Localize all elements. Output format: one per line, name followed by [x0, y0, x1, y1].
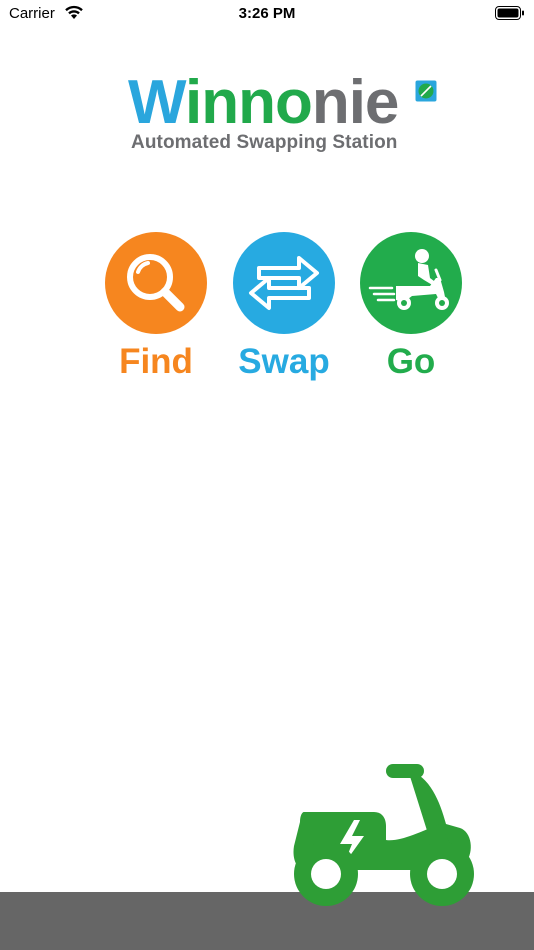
go-label[interactable]: Go [356, 342, 466, 382]
status-bar: Carrier 3:26 PM [0, 0, 534, 28]
app-screen: Carrier 3:26 PM Winnonie Automated Swapp… [0, 0, 534, 950]
brand-part-nie: nie [311, 68, 400, 137]
magnifier-icon [127, 254, 185, 312]
find-label[interactable]: Find [101, 342, 211, 382]
swap-arrows-icon [249, 256, 319, 310]
electric-scooter-icon [290, 762, 480, 917]
app-logo: Winnonie Automated Swapping Station [0, 72, 534, 162]
brand-tagline: Automated Swapping Station [131, 132, 398, 153]
find-circle[interactable] [105, 232, 207, 334]
status-time: 3:26 PM [238, 5, 296, 22]
brand-part-inno: inno [184, 68, 313, 137]
find-button[interactable]: Find [101, 232, 211, 382]
swap-label[interactable]: Swap [229, 342, 339, 382]
swap-button[interactable]: Swap [229, 232, 339, 382]
go-button[interactable]: Go [356, 232, 466, 382]
brand-part-w: W [128, 68, 186, 137]
brand-wordmark: Winnonie [128, 72, 399, 134]
battery-icon [495, 6, 525, 24]
swap-circle[interactable] [233, 232, 335, 334]
leaf-badge-icon [415, 80, 437, 107]
go-circle[interactable] [360, 232, 462, 334]
scooter-rider-icon [368, 249, 449, 310]
